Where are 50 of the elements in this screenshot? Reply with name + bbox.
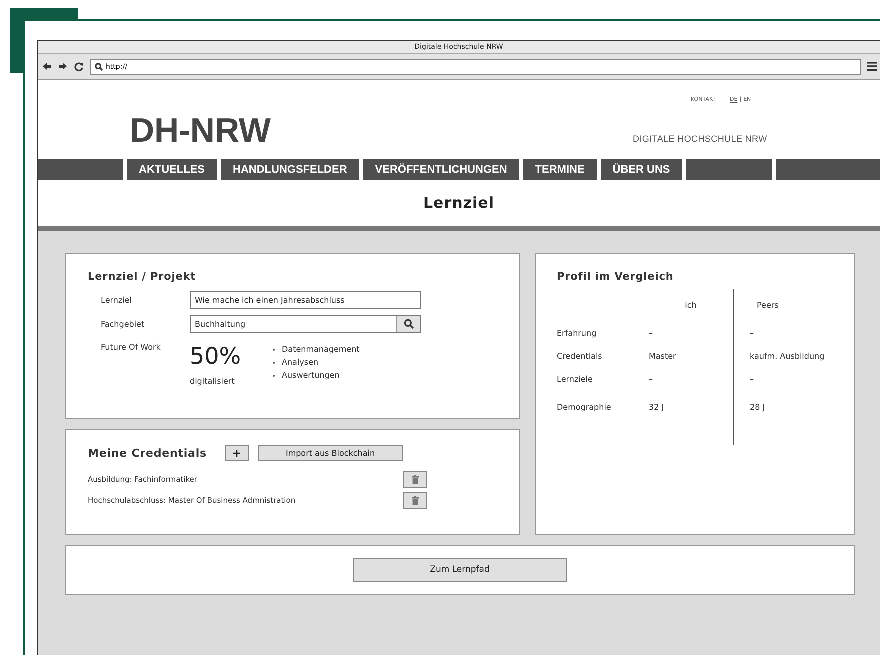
list-item: Auswertungen	[282, 371, 340, 380]
nav-item[interactable]: VERÖFFENTLICHUNGEN	[363, 159, 520, 180]
search-input[interactable]: Buchhaltung	[191, 316, 396, 332]
panel-title: Lernziel / Projekt	[88, 271, 198, 283]
page-title: Lernziel	[424, 194, 494, 212]
panel-title: Profil im Vergleich	[557, 271, 675, 283]
field-label: Future Of Work	[101, 343, 162, 354]
table-cell: –	[750, 375, 754, 384]
learning-path-button[interactable]: Zum Lernpfad	[353, 558, 567, 582]
table-cell: –	[750, 329, 754, 338]
site-logo[interactable]: DH-NRW	[130, 112, 272, 150]
table-cell: –	[649, 329, 653, 338]
nav-item[interactable]: AKTUELLES	[127, 159, 217, 180]
percentage-caption: digitalisiert	[190, 377, 236, 386]
search-button[interactable]	[396, 316, 420, 332]
trash-icon	[412, 475, 418, 484]
reload-icon[interactable]	[74, 62, 84, 72]
nav-item[interactable]: ÜBER UNS	[600, 159, 682, 180]
list-item: Datenmanagement	[282, 345, 360, 354]
nav-item[interactable]: HANDLUNGSFELDER	[221, 159, 360, 180]
text-input[interactable]: Wie mache ich einen Jahresabschluss	[191, 292, 420, 308]
column-header: ich	[685, 301, 697, 310]
menu-icon[interactable]	[867, 62, 877, 71]
delete-button[interactable]	[403, 492, 427, 509]
row-label: Credentials	[557, 352, 602, 361]
panel-title: Meine Credentials	[88, 446, 207, 460]
field-label: Lernziel	[101, 296, 134, 304]
field-label: Fachgebiet	[101, 320, 146, 328]
table-cell: kaufm. Ausbildung	[750, 352, 825, 361]
back-icon[interactable]	[42, 62, 52, 71]
site-tagline: DIGITALE HOCHSCHULE NRW	[633, 134, 768, 144]
column-header: Peers	[757, 301, 779, 310]
forward-icon[interactable]	[58, 62, 68, 71]
search-icon	[404, 319, 414, 329]
nav-item[interactable]: TERMINE	[523, 159, 597, 180]
table-cell: 28 J	[750, 402, 766, 412]
search-field[interactable]: Buchhaltung	[190, 315, 421, 333]
row-label: Lernziele	[557, 375, 593, 384]
table-cell: Master	[649, 352, 676, 361]
list-item: Analysen	[282, 358, 319, 367]
add-button[interactable]: +	[225, 445, 249, 461]
delete-button[interactable]	[403, 471, 427, 488]
row-label: Demographie	[557, 402, 612, 412]
row-label: Erfahrung	[557, 329, 597, 338]
table-cell: –	[649, 375, 653, 384]
percentage-value: 50%	[190, 345, 242, 369]
search-icon	[95, 62, 103, 70]
table-cell: 32 J	[649, 402, 664, 412]
trash-icon	[412, 496, 418, 505]
import-button[interactable]: Import aus Blockchain	[258, 445, 403, 461]
